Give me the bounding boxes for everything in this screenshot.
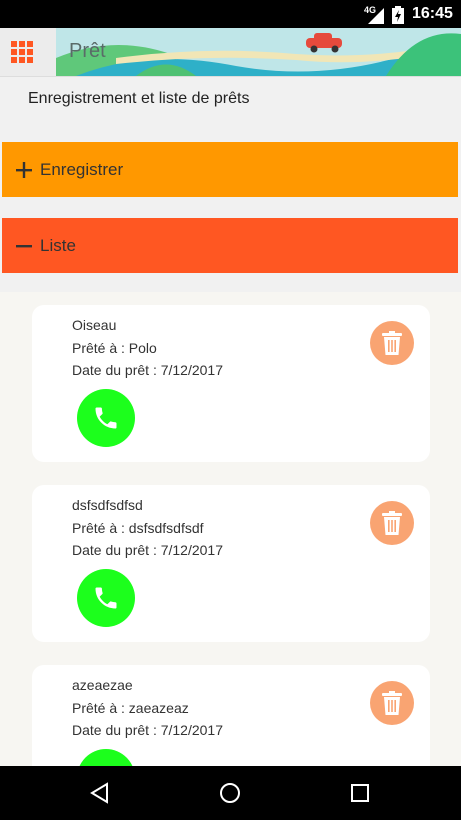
loan-borrower: Prêté à : dsfsdfsdfsdf — [72, 520, 204, 536]
trash-icon — [382, 331, 402, 355]
loan-card: azeaezae Prêté à : zaeazeaz Date du prêt… — [32, 665, 430, 766]
network-type: 4G — [364, 5, 377, 15]
call-button[interactable] — [77, 569, 135, 627]
call-button[interactable] — [77, 749, 135, 766]
loan-date: Date du prêt : 7/12/2017 — [72, 362, 223, 378]
delete-loan-button[interactable] — [370, 321, 414, 365]
menu-button[interactable] — [0, 28, 56, 76]
app-title: Prêt — [69, 40, 106, 62]
home-icon — [220, 783, 240, 803]
recents-button[interactable] — [330, 766, 390, 820]
call-button[interactable] — [77, 389, 135, 447]
delete-loan-button[interactable] — [370, 501, 414, 545]
phone-icon — [95, 407, 117, 429]
trash-icon — [382, 691, 402, 715]
grid-menu-icon — [11, 41, 33, 63]
loan-item-name: azeaezae — [72, 677, 133, 693]
loan-card: dsfsdfsdfsd Prêté à : dsfsdfsdfsdf Date … — [32, 485, 430, 642]
recents-icon — [351, 784, 369, 802]
status-bar: 4G 16:45 — [0, 0, 461, 28]
app-bar: Prêt — [0, 28, 461, 77]
system-nav-bar — [0, 766, 461, 820]
register-section-toggle[interactable]: Enregistrer — [2, 142, 458, 197]
loan-item-name: dsfsdfsdfsd — [72, 497, 143, 513]
loan-item-name: Oiseau — [72, 317, 117, 333]
minus-icon — [10, 238, 38, 254]
back-button[interactable] — [70, 766, 130, 820]
loan-borrower: Prêté à : zaeazeaz — [72, 700, 189, 716]
phone-icon — [95, 587, 117, 609]
header-banner-illustration — [56, 28, 461, 76]
delete-loan-button[interactable] — [370, 681, 414, 725]
back-icon — [90, 782, 108, 804]
loan-card: Oiseau Prêté à : Polo Date du prêt : 7/1… — [32, 305, 430, 462]
clock: 16:45 — [412, 5, 453, 22]
home-button[interactable] — [200, 766, 260, 820]
trash-icon — [382, 511, 402, 535]
page-subtitle: Enregistrement et liste de prêts — [28, 90, 250, 107]
loan-borrower: Prêté à : Polo — [72, 340, 157, 356]
plus-icon — [10, 161, 38, 178]
loan-date: Date du prêt : 7/12/2017 — [72, 542, 223, 558]
loan-list[interactable]: Oiseau Prêté à : Polo Date du prêt : 7/1… — [0, 292, 461, 766]
battery-icon — [392, 6, 404, 24]
register-label: Enregistrer — [40, 159, 124, 179]
list-section-toggle[interactable]: Liste — [2, 218, 458, 273]
list-label: Liste — [40, 235, 76, 255]
loan-date: Date du prêt : 7/12/2017 — [72, 722, 223, 738]
